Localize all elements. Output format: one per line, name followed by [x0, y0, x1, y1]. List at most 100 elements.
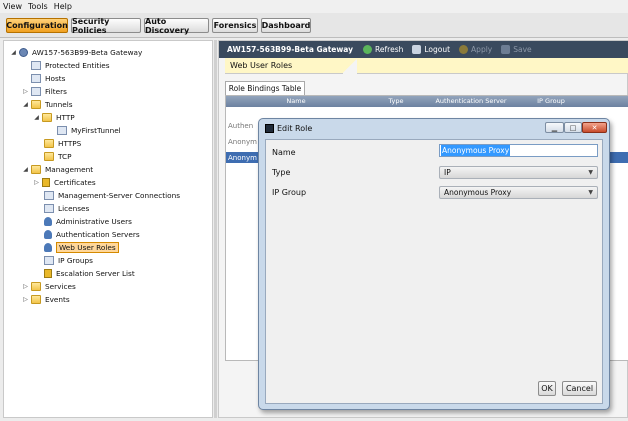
- tree-item-web-user-roles[interactable]: Web User Roles: [44, 241, 119, 253]
- tree-item-escalation-server-list[interactable]: Escalation Server List: [44, 267, 135, 279]
- tree-item-myfirsttunnel[interactable]: MyFirstTunnel: [57, 124, 121, 136]
- table-row-label: Anonym: [228, 153, 257, 162]
- maximize-icon: □: [569, 123, 577, 132]
- close-icon: ✕: [591, 123, 598, 132]
- tab-role-bindings-table[interactable]: Role Bindings Table: [225, 81, 305, 95]
- tree-item-ip-groups[interactable]: IP Groups: [44, 254, 93, 266]
- tree-item-protected-entities[interactable]: Protected Entities: [31, 59, 110, 71]
- menu-help[interactable]: Help: [54, 2, 72, 11]
- tab-configuration[interactable]: Configuration: [6, 18, 68, 33]
- save-icon: [501, 45, 511, 54]
- collapse-icon[interactable]: ◢: [22, 166, 29, 173]
- folder-open-icon: [31, 164, 41, 174]
- tree-item-auth-servers[interactable]: Authentication Servers: [44, 228, 140, 240]
- tab-dashboard[interactable]: Dashboard: [261, 18, 311, 33]
- auth-server-icon: [44, 229, 52, 239]
- expand-icon[interactable]: ▷: [22, 296, 29, 303]
- gateway-title: AW157-563B99-Beta Gateway: [227, 45, 354, 54]
- name-field[interactable]: Anonymous Proxy: [439, 144, 598, 157]
- folder-icon: [44, 151, 54, 161]
- apply-icon: [459, 45, 469, 54]
- hosts-icon: [31, 73, 41, 83]
- table-row[interactable]: Anonym: [228, 136, 257, 147]
- dialog-app-icon: [265, 123, 274, 133]
- column-header-type[interactable]: Type: [366, 97, 426, 105]
- type-select[interactable]: IP ▼: [439, 166, 598, 179]
- gateway-toolbar: AW157-563B99-Beta Gateway Refresh Logout…: [219, 41, 628, 58]
- ip-group-label: IP Group: [272, 188, 307, 197]
- ip-group-select[interactable]: Anonymous Proxy ▼: [439, 186, 598, 199]
- tree-item-gateway[interactable]: ◢ AW157-563B99-Beta Gateway: [10, 46, 142, 58]
- minimize-icon: ▁: [551, 123, 558, 132]
- tab-auto-discovery[interactable]: Auto Discovery: [144, 17, 209, 35]
- tree-item-certificates[interactable]: ▷ Certificates: [33, 176, 96, 188]
- tree-item-admin-users[interactable]: Administrative Users: [44, 215, 132, 227]
- ip-group-select-value: Anonymous Proxy: [444, 188, 512, 197]
- chevron-down-icon: ▼: [588, 189, 593, 196]
- folder-open-icon: [42, 112, 52, 122]
- license-icon: [44, 203, 54, 213]
- tree-item-mgmt-server-connections[interactable]: Management-Server Connections: [44, 189, 180, 201]
- escalation-icon: [44, 268, 52, 278]
- tree-item-events[interactable]: ▷ Events: [22, 293, 70, 305]
- expand-icon[interactable]: ▷: [33, 179, 40, 186]
- tree-item-hosts[interactable]: Hosts: [31, 72, 65, 84]
- server-connection-icon: [44, 190, 54, 200]
- dialog-title: Edit Role: [277, 123, 313, 133]
- tree-item-https[interactable]: HTTPS: [44, 137, 81, 149]
- cancel-button[interactable]: Cancel: [562, 381, 597, 396]
- expand-icon[interactable]: ▷: [22, 88, 29, 95]
- collapse-icon[interactable]: ◢: [22, 101, 29, 108]
- table-row[interactable]: Authen: [228, 120, 253, 131]
- apply-button[interactable]: Apply: [459, 45, 492, 54]
- main-tab-bar: Configuration Security Policies Auto Dis…: [0, 13, 628, 38]
- tree-item-licenses[interactable]: Licenses: [44, 202, 89, 214]
- refresh-button[interactable]: Refresh: [363, 45, 403, 54]
- name-field-value: Anonymous Proxy: [441, 145, 511, 156]
- logout-button[interactable]: Logout: [412, 45, 450, 54]
- refresh-icon: [363, 45, 373, 54]
- tree-item-http[interactable]: ◢ HTTP: [33, 111, 75, 123]
- entities-icon: [31, 60, 41, 70]
- web-user-roles-icon: [44, 242, 52, 252]
- user-icon: [44, 216, 52, 226]
- collapse-icon[interactable]: ◢: [10, 49, 17, 56]
- table-header: Name Type Authentication Server IP Group: [226, 96, 628, 107]
- type-select-value: IP: [444, 168, 451, 177]
- dialog-title-bar[interactable]: Edit Role ▁ □ ✕: [259, 119, 609, 137]
- section-title: Web User Roles: [225, 58, 628, 74]
- minimize-button[interactable]: ▁: [545, 122, 564, 133]
- save-button[interactable]: Save: [501, 45, 532, 54]
- folder-icon: [44, 138, 54, 148]
- tree-item-services[interactable]: ▷ Services: [22, 280, 76, 292]
- certificate-icon: [42, 177, 50, 187]
- name-label: Name: [272, 148, 296, 157]
- folder-icon: [31, 281, 41, 291]
- tree-item-filters[interactable]: ▷ Filters: [22, 85, 67, 97]
- chevron-down-icon: ▼: [588, 169, 593, 176]
- logout-icon: [412, 45, 422, 54]
- tree-item-tunnels[interactable]: ◢ Tunnels: [22, 98, 73, 110]
- tunnel-item-icon: [57, 125, 67, 135]
- expand-icon[interactable]: ▷: [22, 283, 29, 290]
- menu-tools[interactable]: Tools: [28, 2, 48, 11]
- maximize-button[interactable]: □: [564, 122, 582, 133]
- tab-forensics[interactable]: Forensics: [212, 18, 258, 33]
- menu-view[interactable]: View: [3, 2, 22, 11]
- collapse-icon[interactable]: ◢: [33, 114, 40, 121]
- column-header-name[interactable]: Name: [226, 97, 366, 105]
- ip-group-icon: [44, 255, 54, 265]
- column-header-auth-server[interactable]: Authentication Server: [426, 97, 516, 105]
- column-header-ip-group[interactable]: IP Group: [516, 97, 586, 105]
- menu-bar: View Tools Help: [0, 0, 628, 13]
- close-button[interactable]: ✕: [582, 122, 607, 133]
- type-label: Type: [272, 168, 291, 177]
- tree-item-tcp[interactable]: TCP: [44, 150, 72, 162]
- dialog-body: Name Anonymous Proxy Type IP ▼ IP Group …: [265, 139, 603, 404]
- panel-splitter[interactable]: [214, 40, 217, 418]
- folder-icon: [31, 294, 41, 304]
- ok-button[interactable]: OK: [538, 381, 556, 396]
- edit-role-dialog: Edit Role ▁ □ ✕ Name Anonymous Proxy Typ…: [258, 118, 610, 410]
- tab-security-policies[interactable]: Security Policies: [71, 17, 141, 35]
- tree-item-management[interactable]: ◢ Management: [22, 163, 93, 175]
